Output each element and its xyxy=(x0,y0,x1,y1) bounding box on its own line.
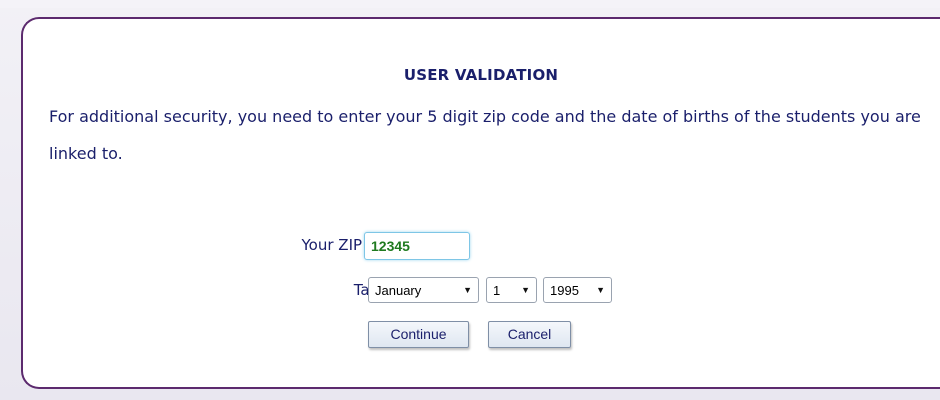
birth-year-select[interactable]: 1995 ▼ xyxy=(543,277,612,303)
birth-day-select[interactable]: 1 ▼ xyxy=(486,277,537,303)
page-background xyxy=(0,0,940,8)
dropdown-arrow-icon: ▼ xyxy=(521,285,530,295)
birth-month-value: January xyxy=(375,282,422,298)
birth-day-value: 1 xyxy=(493,282,501,298)
dropdown-arrow-icon: ▼ xyxy=(463,285,472,295)
continue-button[interactable]: Continue xyxy=(368,321,469,348)
cancel-button[interactable]: Cancel xyxy=(488,321,571,348)
instructions-text: For additional security, you need to ent… xyxy=(49,107,921,163)
panel-title: USER VALIDATION xyxy=(403,66,559,84)
validation-panel: USER VALIDATION For additional security,… xyxy=(21,17,940,389)
birth-year-value: 1995 xyxy=(550,282,579,298)
zip-code-input[interactable] xyxy=(364,232,470,260)
birth-month-select[interactable]: January ▼ xyxy=(368,277,479,303)
dropdown-arrow-icon: ▼ xyxy=(596,285,605,295)
